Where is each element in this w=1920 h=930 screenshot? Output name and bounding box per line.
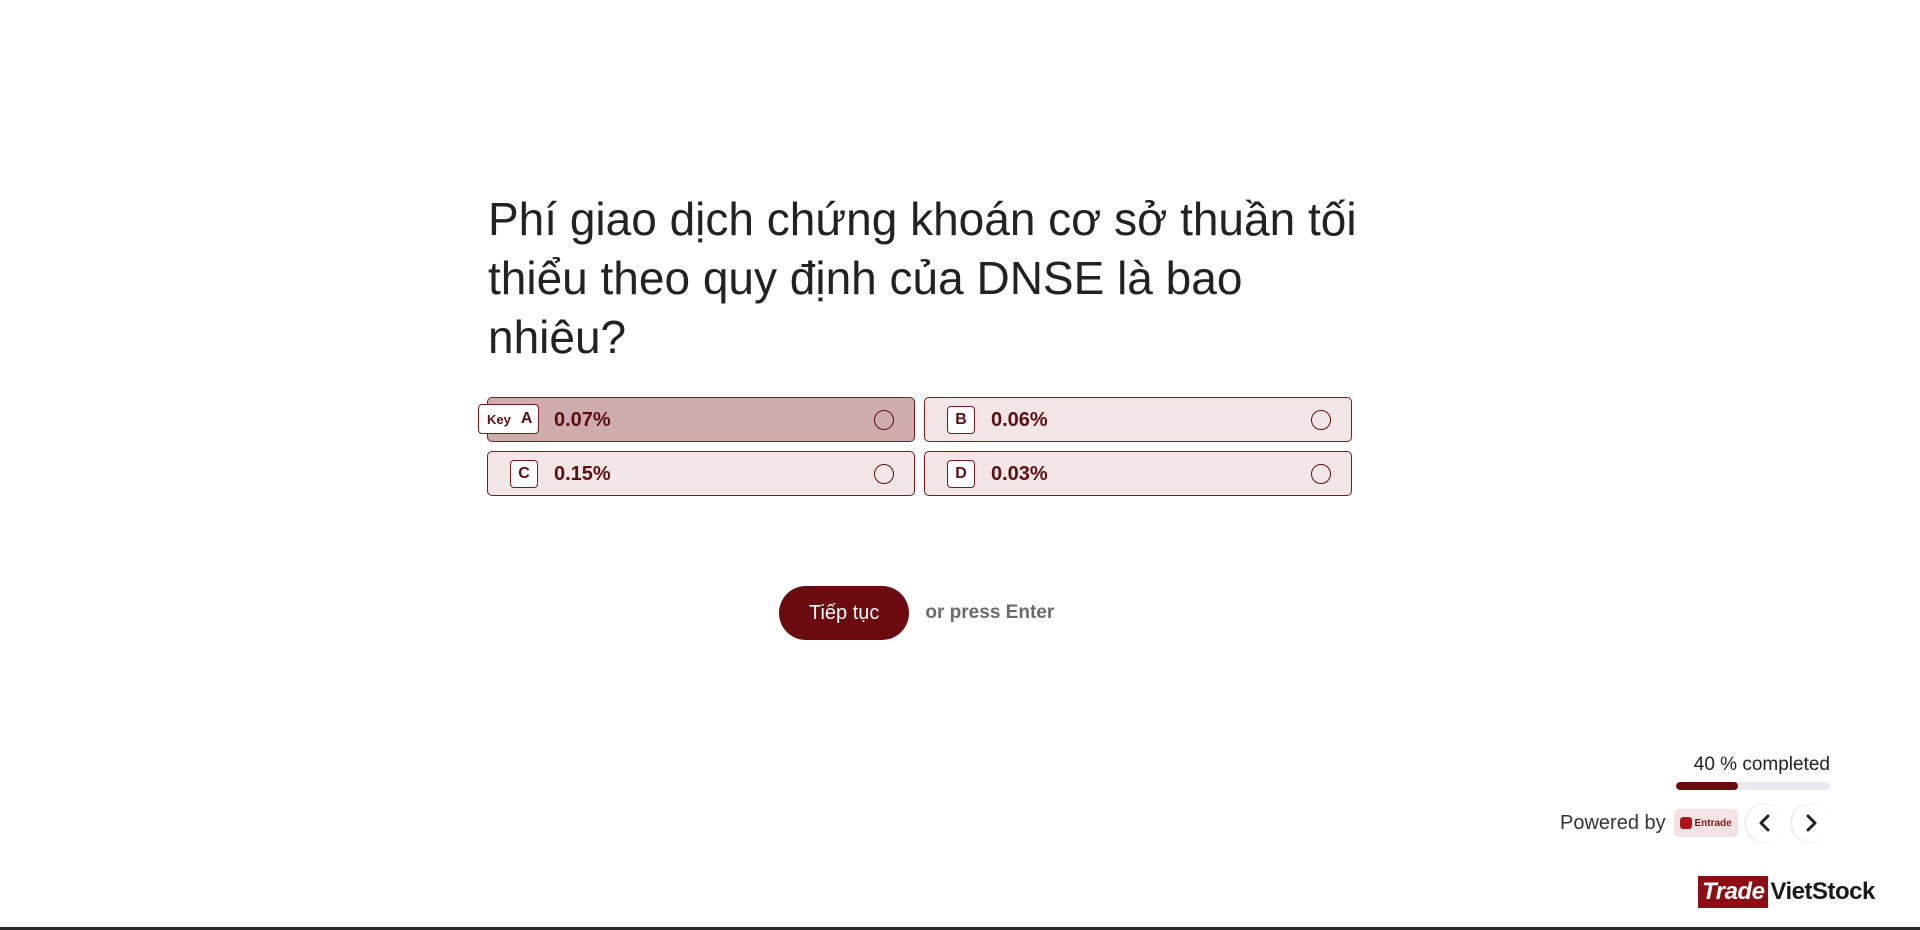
watermark-trade: Trade <box>1698 876 1769 908</box>
option-a[interactable]: Key A 0.07% <box>478 397 915 442</box>
option-letter: B <box>947 406 975 434</box>
entrade-logo[interactable]: Entrade <box>1673 809 1738 837</box>
powered-by-label: Powered by <box>1560 811 1666 834</box>
option-letter: A <box>520 410 533 427</box>
radio-circle-icon[interactable] <box>1311 464 1331 484</box>
next-button[interactable] <box>1791 804 1830 842</box>
progress-track <box>1676 782 1830 790</box>
option-letter: C <box>510 460 538 488</box>
chevron-right-icon <box>1806 814 1817 832</box>
entrade-logo-text: Entrade <box>1694 817 1732 829</box>
radio-circle-icon[interactable] <box>874 410 894 430</box>
option-d[interactable]: D 0.03% <box>924 451 1352 496</box>
option-label: 0.15% <box>554 463 611 485</box>
progress-fill <box>1676 782 1738 790</box>
key-hint-badge: Key A <box>478 404 540 434</box>
option-label: 0.06% <box>991 409 1048 431</box>
continue-row: Tiếp tục or press Enter <box>779 586 1054 640</box>
previous-button[interactable] <box>1745 804 1784 842</box>
option-c[interactable]: C 0.15% <box>487 451 915 496</box>
watermark-vietstock: VietStock <box>1770 878 1875 905</box>
survey-page: Phí giao dịch chứng khoán cơ sở thuần tố… <box>0 0 1920 930</box>
enter-hint: or press Enter <box>925 602 1055 623</box>
option-b[interactable]: B 0.06% <box>924 397 1352 442</box>
chevron-left-icon <box>1759 814 1770 832</box>
option-label: 0.07% <box>554 409 611 431</box>
progress-label: 40 % completed <box>1693 754 1830 775</box>
option-letter: D <box>947 460 975 488</box>
entrade-logo-mark-icon <box>1679 817 1692 829</box>
powered-by: Powered by Entrade <box>1560 804 1830 842</box>
key-hint-label: Key <box>487 411 511 427</box>
progress-indicator: 40 % completed <box>1676 752 1830 790</box>
continue-button[interactable]: Tiếp tục <box>779 586 910 640</box>
option-label: 0.03% <box>991 463 1048 485</box>
tradevietstock-watermark: Trade VietStock <box>1698 876 1875 908</box>
answer-options: Key A 0.07% B 0.06% C 0.15% D 0.03% <box>478 397 1353 496</box>
radio-circle-icon[interactable] <box>1311 410 1331 430</box>
question-title: Phí giao dịch chứng khoán cơ sở thuần tố… <box>488 193 1357 363</box>
radio-circle-icon[interactable] <box>874 464 894 484</box>
